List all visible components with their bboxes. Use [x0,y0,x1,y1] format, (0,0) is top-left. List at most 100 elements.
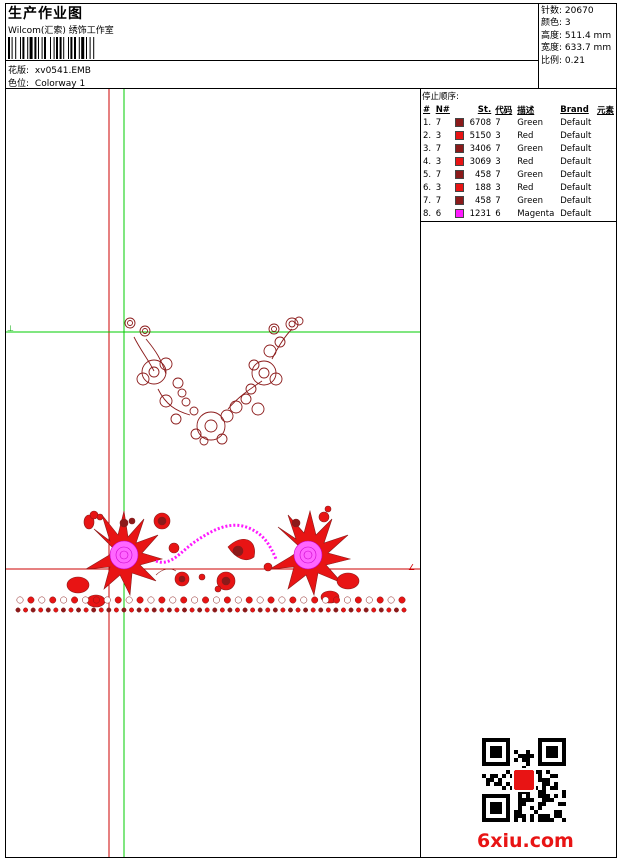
stats-divider [538,3,539,89]
cell-needle: 3 [435,156,442,167]
color-swatch [454,143,464,153]
stat-scale: 比例: 0.21 [541,55,585,66]
cell-code: 3 [495,156,501,167]
cell-brand: Default [560,156,592,167]
cell-needle: 7 [435,117,442,128]
cell-code: 3 [495,130,501,141]
table-row: 8. 6 1231 6 Magenta Default [421,207,617,220]
cell-stitches: 458 [453,168,493,181]
bead-row-bottom [15,607,407,613]
cell-index: 8. [423,208,432,219]
cell-stitches: 3406 [453,142,493,155]
table-row: 3. 7 3406 7 Green Default [421,142,617,155]
cell-stitches: 1231 [453,207,493,220]
cell-brand: Default [560,169,592,180]
cell-stitches: 188 [453,181,493,194]
stat-stitches: 针数: 20670 [541,6,594,16]
cell-index: 1. [423,117,432,128]
cell-index: 3. [423,143,432,154]
col-index: # [423,105,431,115]
stop-sequence-caption: 停止顺序: [422,92,459,102]
cell-stitches: 458 [453,194,493,207]
cell-code: 7 [495,117,501,128]
cell-desc: Green [517,143,543,154]
cell-desc: Red [517,130,534,141]
table-row: 6. 3 188 3 Red Default [421,181,617,194]
cell-needle: 3 [435,182,442,193]
stat-colors: 颜色: 3 [541,18,571,29]
cell-index: 6. [423,182,432,193]
cell-code: 7 [495,143,501,154]
cell-brand: Default [560,195,592,206]
cell-desc: Green [517,169,543,180]
lower-flower-border [15,505,407,613]
table-header: # N# St. 代码 描述 Brand 元素 [421,104,617,116]
cell-code: 7 [495,169,501,180]
stat-height: 高度: 511.4 mm [541,30,612,41]
stop-sequence: 停止顺序: # N# St. 代码 描述 Brand 元素 1. 7 6708 7 Gr… [421,90,617,220]
pattern-value: xv0541.EMB [34,66,91,76]
cell-stitches: 6708 [453,116,493,129]
table-row: 4. 3 3069 3 Red Default [421,155,617,168]
cell-brand: Default [560,143,592,154]
cell-desc: Red [517,156,534,167]
cell-stitches: 5150 [453,129,493,142]
cell-element [595,116,617,129]
color-swatch [454,156,464,166]
color-swatch [454,130,464,140]
barcode-divider [5,60,538,61]
guide-marker-right: ∠ [408,563,415,572]
cell-index: 7. [423,195,432,206]
col-element: 元素 [596,106,614,116]
cell-needle: 7 [435,195,442,206]
barcode [8,37,95,59]
right-flower [263,505,360,604]
col-desc: 描述 [517,106,535,116]
cell-brand: Default [560,208,592,219]
table-row: 1. 7 6708 7 Green Default [421,116,617,129]
cell-element [595,129,617,142]
color-swatch [454,169,464,179]
table-row: 7. 7 458 7 Green Default [421,194,617,207]
pattern-label: 花版: [8,66,30,76]
cell-index: 2. [423,130,432,141]
design-canvas: ⊥ ∠ [6,89,420,857]
cell-element [595,168,617,181]
guide-marker-left: ⊥ [7,324,14,333]
cell-code: 6 [495,208,501,219]
cell-element [595,207,617,220]
cell-stitches: 3069 [453,155,493,168]
cell-code: 3 [495,182,501,193]
color-swatch [454,182,464,192]
left-flower [66,510,190,608]
col-code: 代码 [495,106,513,116]
col-brand: Brand [560,105,589,115]
col-needle: N# [435,105,450,115]
bead-row-top [16,596,406,604]
table-divider [420,221,617,222]
cell-desc: Green [517,195,543,206]
color-swatch [454,117,464,127]
stop-sequence-table: # N# St. 代码 描述 Brand 元素 1. 7 6708 7 Green Def… [421,104,617,220]
cell-element [595,155,617,168]
color-swatch [454,208,464,218]
table-row: 2. 3 5150 3 Red Default [421,129,617,142]
center-motifs [198,538,255,593]
cell-index: 4. [423,156,432,167]
cell-desc: Green [517,117,543,128]
page-title: 生产作业图 [8,6,83,22]
neckline-motif [124,316,304,446]
cell-code: 7 [495,195,501,206]
cell-needle: 3 [435,130,442,141]
company-name: Wilcom(汇索) 绣饰工作室 [8,26,114,36]
cell-element [595,194,617,207]
design-stats: 针数: 20670 颜色: 3 高度: 511.4 mm 宽度: 633.7 m… [541,5,611,67]
col-stitches: St. [477,105,492,115]
stat-width: 宽度: 633.7 mm [541,43,612,54]
cell-brand: Default [560,130,592,141]
cell-element [595,142,617,155]
watermark-logo: 6xiu.com [477,830,574,852]
pattern-row: 花版: xv0541.EMB [8,63,91,76]
qr-code[interactable] [482,738,566,822]
color-swatch [454,195,464,205]
